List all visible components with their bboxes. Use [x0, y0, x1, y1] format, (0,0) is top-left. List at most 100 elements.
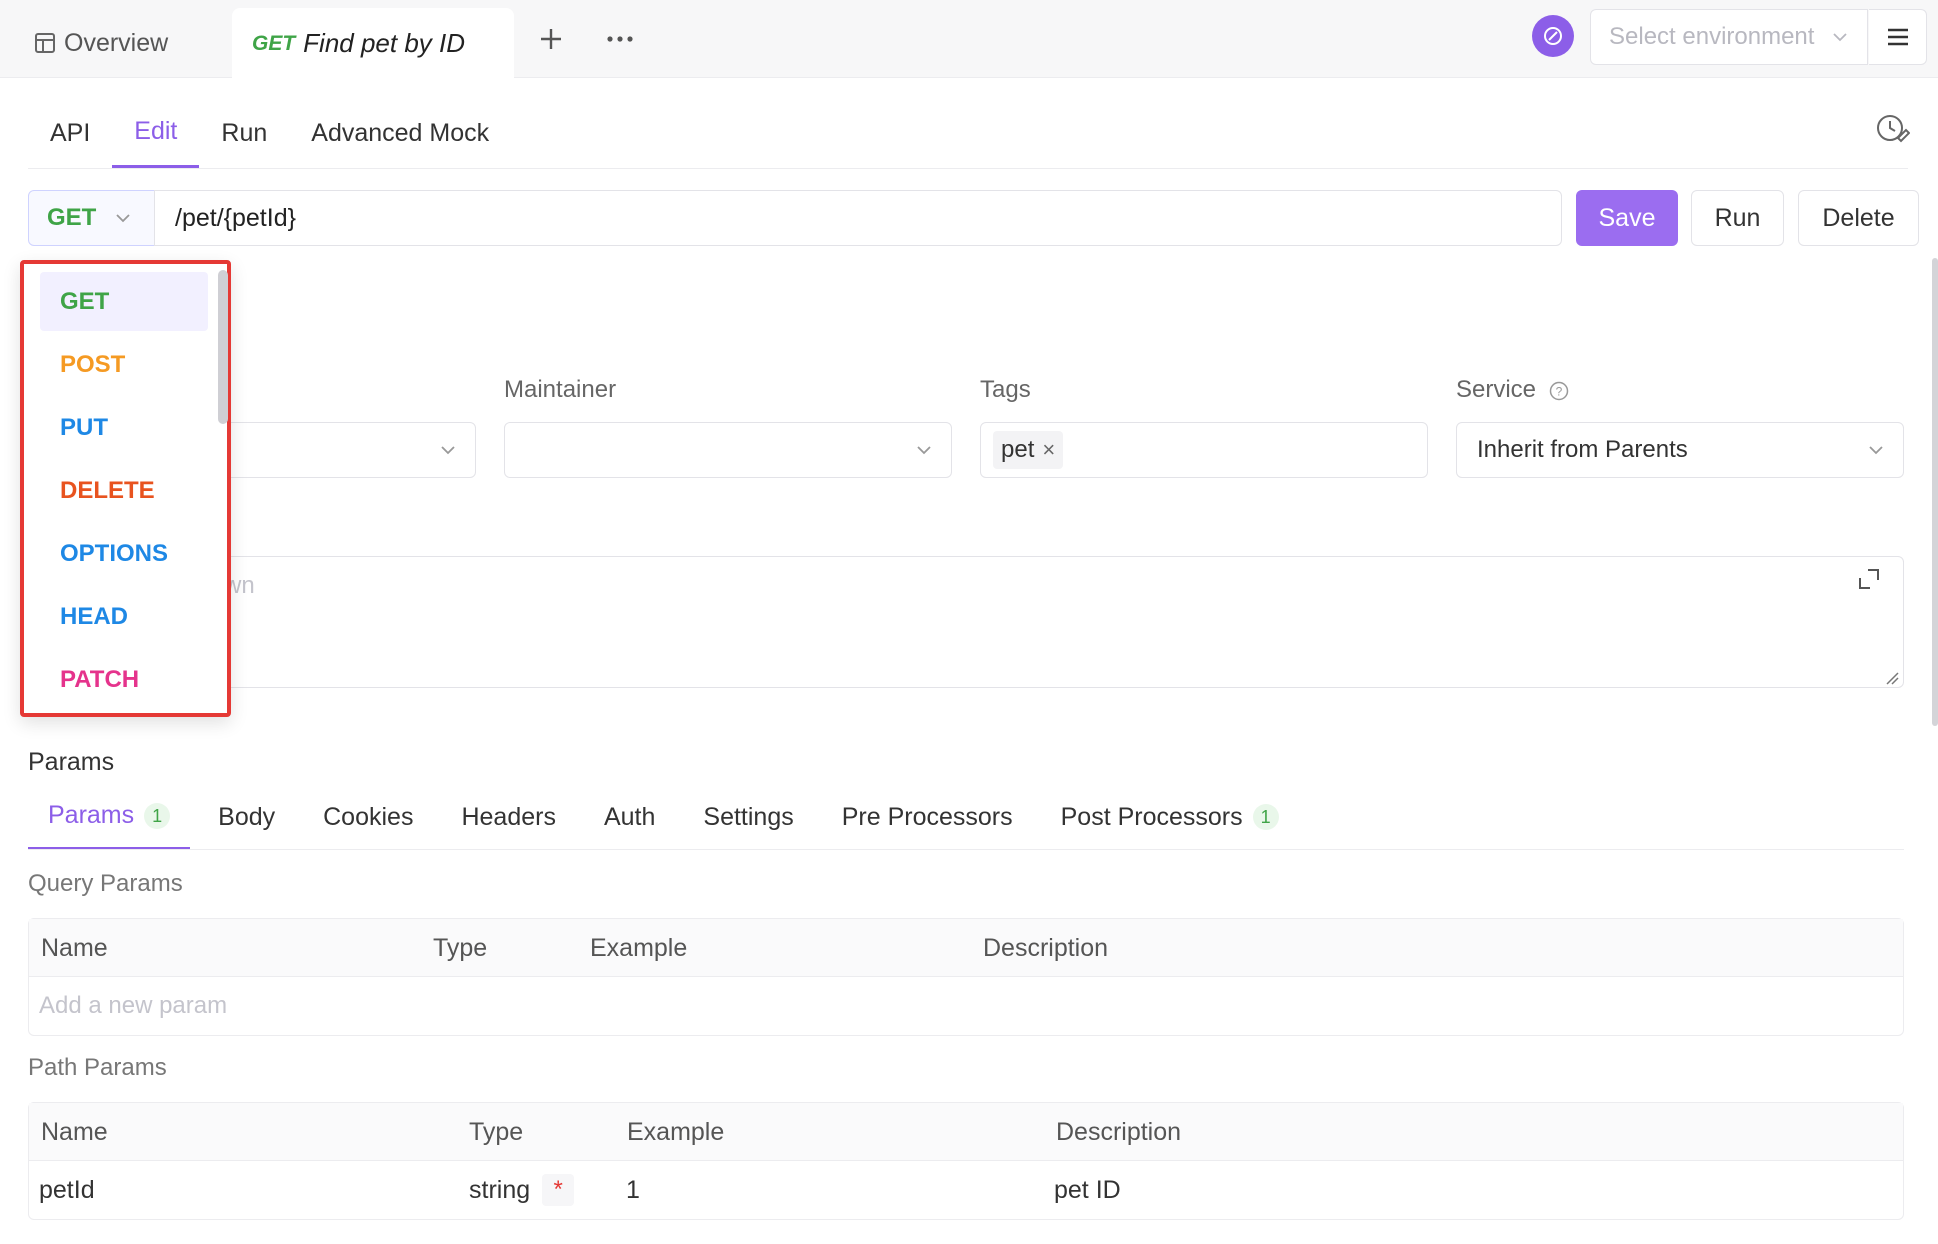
- run-button[interactable]: Run: [1691, 190, 1784, 246]
- ptab-headers[interactable]: Headers: [441, 784, 576, 850]
- environment-icon[interactable]: [1532, 15, 1574, 57]
- run-button-label: Run: [1714, 203, 1761, 232]
- required-mark[interactable]: *: [542, 1174, 575, 1206]
- tag-chip: pet ×: [993, 431, 1064, 469]
- dropdown-item-patch[interactable]: PATCH: [40, 650, 208, 709]
- param-name[interactable]: petId: [39, 1161, 95, 1219]
- dropdown-item-options[interactable]: OPTIONS: [40, 524, 208, 583]
- query-params-table: Name Type Example Description Add a new …: [28, 918, 1904, 1036]
- delete-button-label: Delete: [1822, 203, 1895, 232]
- svg-text:?: ?: [1555, 384, 1562, 398]
- dropdown-item-post[interactable]: POST: [40, 335, 208, 394]
- resize-handle-icon[interactable]: [1885, 671, 1899, 685]
- dropdown-item-delete[interactable]: DELETE: [40, 461, 208, 520]
- api-sub-tabs: API Edit Run Advanced Mock: [28, 98, 511, 168]
- page-scrollbar[interactable]: [1932, 258, 1938, 726]
- tab-overview[interactable]: Overview: [14, 8, 224, 78]
- remove-tag-icon[interactable]: ×: [1042, 437, 1055, 463]
- query-params-label: Query Params: [28, 870, 183, 897]
- menu-button[interactable]: [1869, 9, 1927, 65]
- ptab-cookies-label: Cookies: [323, 802, 414, 831]
- table-header-row: Name Type Example Description: [29, 919, 1903, 977]
- url-input[interactable]: /pet/{petId}: [154, 190, 1562, 246]
- tab-overview-label: Overview: [64, 28, 169, 57]
- tags-label: Tags: [980, 376, 1031, 403]
- expand-icon[interactable]: [1858, 568, 1880, 590]
- service-select[interactable]: Inherit from Parents: [1456, 422, 1904, 478]
- compass-icon: [1544, 27, 1562, 45]
- column-header-type: Type: [469, 1117, 524, 1146]
- add-param-placeholder[interactable]: Add a new param: [39, 977, 227, 1035]
- params-section-title: Params: [28, 748, 115, 776]
- history-clock-icon[interactable]: [1874, 110, 1910, 146]
- subtab-advanced-mock-label: Advanced Mock: [311, 118, 490, 147]
- method-dropdown: GET POST PUT DELETE OPTIONS HEAD PATCH: [20, 260, 231, 717]
- ptab-auth[interactable]: Auth: [584, 784, 675, 850]
- subtab-edit-label: Edit: [134, 117, 178, 145]
- table-row[interactable]: petId string * 1 pet ID: [29, 1161, 1903, 1219]
- ptab-post-processors-label: Post Processors: [1060, 802, 1243, 831]
- ptab-pre-processors-label: Pre Processors: [841, 802, 1013, 831]
- dropdown-item-label: HEAD: [60, 602, 129, 630]
- dropdown-scrollbar[interactable]: [218, 270, 228, 424]
- ptab-settings-label: Settings: [703, 802, 794, 831]
- column-header-name: Name: [41, 933, 108, 962]
- service-value: Inherit from Parents: [1477, 436, 1688, 463]
- method-select[interactable]: GET: [28, 190, 155, 246]
- save-button[interactable]: Save: [1576, 190, 1678, 246]
- param-description[interactable]: pet ID: [1054, 1161, 1121, 1219]
- dropdown-item-label: PATCH: [60, 665, 140, 693]
- tags-select[interactable]: pet ×: [980, 422, 1428, 478]
- column-header-type: Type: [433, 933, 488, 962]
- dropdown-item-label: PUT: [60, 413, 108, 441]
- subtab-run[interactable]: Run: [199, 98, 289, 168]
- ptab-body-label: Body: [218, 802, 276, 831]
- dropdown-item-get[interactable]: GET: [40, 272, 208, 331]
- help-icon[interactable]: ?: [1549, 381, 1569, 401]
- ptab-pre-processors[interactable]: Pre Processors: [822, 784, 1033, 850]
- ptab-auth-label: Auth: [603, 802, 656, 831]
- divider: [28, 849, 1904, 850]
- maintainer-select[interactable]: [504, 422, 952, 478]
- dropdown-item-head[interactable]: HEAD: [40, 587, 208, 646]
- tab-method-label: GET: [252, 31, 296, 55]
- environment-select[interactable]: Select environment: [1590, 9, 1868, 65]
- top-tab-bar: Overview GET Find pet by ID Select envir…: [0, 0, 1938, 79]
- column-header-description: Description: [1056, 1117, 1182, 1146]
- params-count-badge: 1: [144, 802, 171, 829]
- dropdown-item-put[interactable]: PUT: [40, 398, 208, 457]
- chevron-down-icon: [1869, 446, 1883, 455]
- ptab-cookies[interactable]: Cookies: [303, 784, 433, 850]
- param-example[interactable]: 1: [626, 1161, 640, 1219]
- post-processors-count-badge: 1: [1252, 804, 1279, 830]
- column-header-name: Name: [41, 1117, 108, 1146]
- dropdown-item-label: DELETE: [60, 476, 155, 504]
- delete-button[interactable]: Delete: [1798, 190, 1919, 246]
- path-params-label: Path Params: [28, 1054, 167, 1081]
- subtab-edit[interactable]: Edit: [112, 98, 200, 168]
- path-params-table: Name Type Example Description petId stri…: [28, 1102, 1904, 1220]
- ptab-settings[interactable]: Settings: [683, 784, 813, 850]
- subtab-api[interactable]: API: [28, 98, 112, 168]
- add-param-row[interactable]: Add a new param: [29, 977, 1903, 1035]
- ptab-body[interactable]: Body: [198, 784, 295, 850]
- service-label-row: Service ?: [1456, 376, 1569, 404]
- add-tab-icon[interactable]: [536, 24, 566, 54]
- chevron-down-icon: [116, 214, 130, 223]
- service-label: Service: [1456, 376, 1537, 403]
- chevron-down-icon: [917, 446, 931, 455]
- params-tabs: Params 1 Body Cookies Headers Auth Settin…: [28, 784, 1307, 850]
- tab-title: Find pet by ID: [303, 28, 466, 58]
- tab-find-pet-by-id[interactable]: GET Find pet by ID: [232, 8, 514, 79]
- ptab-params[interactable]: Params 1: [28, 784, 191, 850]
- param-type-cell[interactable]: string *: [469, 1161, 575, 1219]
- description-editor[interactable]: [28, 556, 1904, 688]
- status-select[interactable]: [200, 422, 476, 478]
- ptab-params-label: Params: [48, 801, 135, 829]
- ptab-post-processors[interactable]: Post Processors 1: [1041, 784, 1299, 850]
- hamburger-icon: [1887, 28, 1908, 46]
- divider: [28, 168, 1908, 169]
- more-icon[interactable]: [604, 24, 636, 54]
- subtab-advanced-mock[interactable]: Advanced Mock: [289, 98, 511, 168]
- save-button-label: Save: [1598, 203, 1656, 232]
